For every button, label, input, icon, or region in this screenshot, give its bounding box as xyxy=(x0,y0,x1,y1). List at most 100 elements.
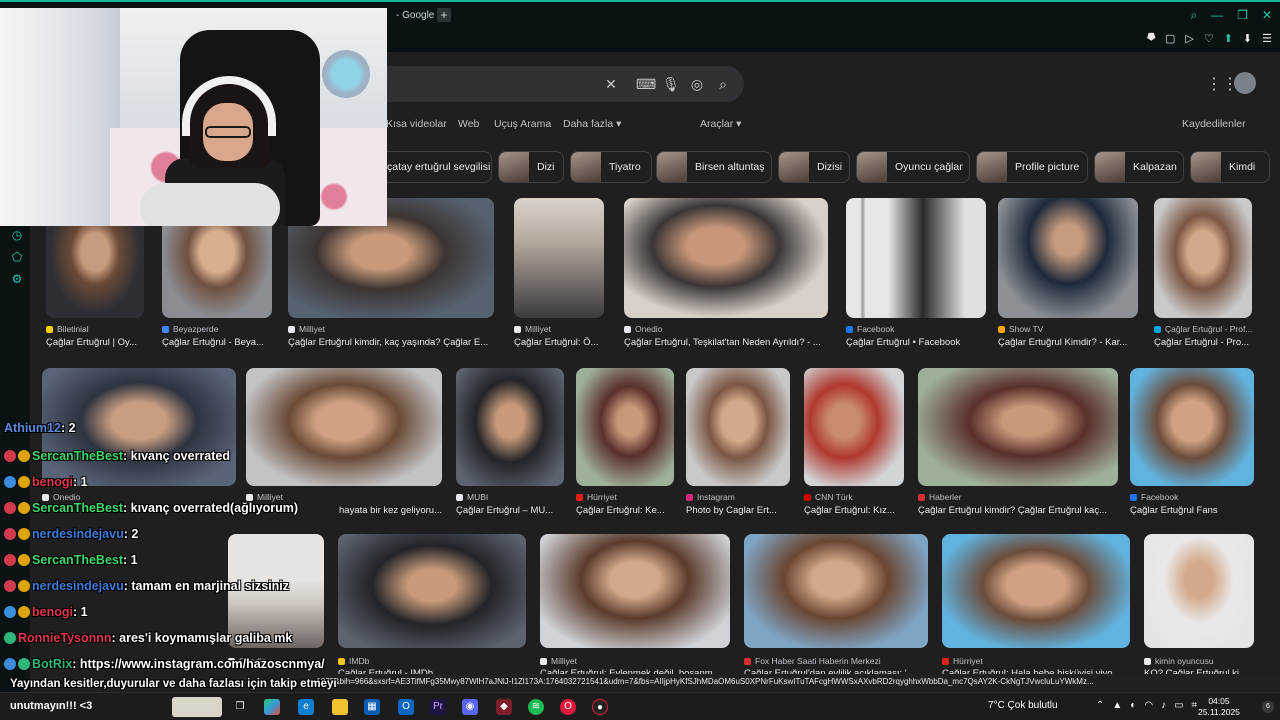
chip[interactable]: Oyuncu çağlar xyxy=(856,151,970,183)
weather-widget[interactable]: 7°C Çok bulutlu xyxy=(988,700,1058,711)
result-image[interactable] xyxy=(686,368,790,486)
account-icon[interactable]: ⬆ xyxy=(1224,32,1233,45)
opera-icon[interactable]: O xyxy=(560,699,576,715)
chip[interactable]: çatay ertuğrul sevgilisi xyxy=(376,151,492,183)
result-image[interactable] xyxy=(1144,534,1254,648)
filter-flights[interactable]: Uçuş Arama xyxy=(494,118,551,130)
obs-icon[interactable]: ● xyxy=(592,699,608,715)
result-image[interactable] xyxy=(918,368,1118,486)
result-image[interactable] xyxy=(942,534,1130,648)
download-icon[interactable]: ⬇ xyxy=(1243,32,1252,45)
badge-icon xyxy=(4,476,16,488)
menu-icon[interactable]: ☰ xyxy=(1262,32,1272,45)
result-source: MUBI xyxy=(456,492,488,502)
result-title[interactable]: Çağlar Ertuğrul: Ö... xyxy=(514,337,604,348)
discord-icon[interactable]: ◉ xyxy=(462,699,478,715)
result-source: Çağlar Ertuğrul - Prof... xyxy=(1154,324,1252,334)
result-title[interactable]: Çağlar Ertuğrul Kimdir? - Kar... xyxy=(998,337,1138,348)
screen: - Google + ⌕ — ❐ ✕ ⯂ ▢ ▷ ♡ ⬆ ⬇ ☰ ◷ ⬠ ⚙ ✕… xyxy=(0,0,1280,720)
badge-icon xyxy=(18,606,30,618)
badge-icon xyxy=(18,554,30,566)
result-source: Milliyet xyxy=(514,324,551,334)
mic-icon[interactable]: 🎙 xyxy=(662,75,680,93)
result-image[interactable] xyxy=(576,368,674,486)
chip[interactable]: Kimdi xyxy=(1190,151,1270,183)
chip[interactable]: Birsen altuntaş xyxy=(656,151,772,183)
result-image[interactable] xyxy=(514,198,604,318)
tray-app-icon[interactable]: ◐ xyxy=(1130,700,1136,711)
result-title[interactable]: Çağlar Ertuğrul • Facebook xyxy=(846,337,986,348)
avatar[interactable] xyxy=(1234,72,1256,94)
volume-icon[interactable]: ♪ xyxy=(1161,700,1166,711)
result-title[interactable]: Çağlar Ertuğrul, Teşkilat'tan Neden Ayrı… xyxy=(624,337,828,348)
chip[interactable]: Dizisi xyxy=(778,151,850,183)
chip[interactable]: Kalpazan xyxy=(1094,151,1184,183)
tab-title[interactable]: - Google xyxy=(396,10,434,21)
tools-button[interactable]: Araçlar ▾ xyxy=(700,118,741,130)
result-image[interactable] xyxy=(246,368,442,486)
search-icon[interactable]: ⌕ xyxy=(714,75,732,93)
store-icon[interactable]: ▦ xyxy=(364,699,380,715)
battery-icon[interactable]: ▭ xyxy=(1174,700,1183,711)
result-image[interactable] xyxy=(338,534,526,648)
outlook-icon[interactable]: O xyxy=(398,699,414,715)
minimize-icon[interactable]: — xyxy=(1211,8,1223,23)
result-title[interactable]: Çağlar Ertuğrul: Kız... xyxy=(804,505,904,516)
filter-web[interactable]: Web xyxy=(458,118,479,130)
clock-icon[interactable]: ◷ xyxy=(10,228,24,242)
app-icon[interactable]: ◆ xyxy=(496,699,512,715)
restore-icon[interactable]: ❐ xyxy=(1237,8,1248,23)
play-icon[interactable]: ▷ xyxy=(1185,32,1193,45)
result-image[interactable] xyxy=(456,368,564,486)
result-image[interactable] xyxy=(624,198,828,318)
edge-icon[interactable]: e xyxy=(298,699,314,715)
result-title[interactable]: Çağlar Ertuğrul | Oy... xyxy=(46,337,144,348)
chip[interactable]: Tiyatro xyxy=(570,151,652,183)
leaf-icon[interactable]: ⬠ xyxy=(10,250,24,264)
copilot-icon[interactable] xyxy=(264,699,280,715)
result-title[interactable]: Çağlar Ertuğrul kimdir? Çağlar Ertuğrul … xyxy=(918,505,1118,516)
result-image[interactable] xyxy=(998,198,1138,318)
filter-short-videos[interactable]: Kısa videolar xyxy=(386,118,447,130)
premiere-icon[interactable]: Pr xyxy=(430,699,446,715)
chip[interactable]: Dizi xyxy=(498,151,564,183)
clock-date: 25.11.2025 xyxy=(1198,707,1240,717)
result-image[interactable] xyxy=(1154,198,1252,318)
lens-icon[interactable]: ◎ xyxy=(688,75,706,93)
chevron-up-icon[interactable]: ⌃ xyxy=(1096,700,1104,711)
result-title[interactable]: Photo by Caglar Ert... xyxy=(686,505,790,516)
chip[interactable]: Profile picture xyxy=(976,151,1088,183)
result-image[interactable] xyxy=(744,534,928,648)
network-icon[interactable]: ▲ xyxy=(1112,700,1122,711)
pin-icon[interactable]: ⯂ xyxy=(1146,32,1155,45)
task-view-icon[interactable]: ❐ xyxy=(232,699,248,715)
filter-more[interactable]: Daha fazla ▾ xyxy=(563,118,621,130)
clock[interactable]: 04:05 25.11.2025 xyxy=(1198,696,1240,718)
result-title[interactable]: Çağlar Ertuğrul kimdir, kaç yaşında? Çağ… xyxy=(288,337,494,348)
file-explorer-icon[interactable] xyxy=(332,699,348,715)
search-tabs-icon[interactable]: ⌕ xyxy=(1190,8,1197,23)
result-title[interactable]: Çağlar Ertuğrul – MU... xyxy=(456,505,564,516)
badge-icon xyxy=(18,580,30,592)
result-image[interactable] xyxy=(846,198,986,318)
wifi-icon[interactable]: ◠ xyxy=(1144,700,1153,711)
heart-icon[interactable]: ♡ xyxy=(1204,32,1214,45)
language-icon[interactable]: ⌗ xyxy=(1192,700,1198,711)
close-window-icon[interactable]: ✕ xyxy=(1262,8,1272,23)
result-title[interactable]: Çağlar Ertuğrul - Beya... xyxy=(162,337,272,348)
screenshot-icon[interactable]: ▢ xyxy=(1165,32,1175,45)
new-tab-button[interactable]: + xyxy=(437,8,451,22)
keyboard-icon[interactable]: ⌨ xyxy=(636,75,656,93)
settings-icon[interactable]: ⚙ xyxy=(10,272,24,286)
result-image[interactable] xyxy=(1130,368,1254,486)
result-title[interactable]: Çağlar Ertuğrul - Pro... xyxy=(1154,337,1252,348)
taskbar-widget[interactable] xyxy=(172,697,222,717)
result-image[interactable] xyxy=(804,368,904,486)
notification-badge[interactable]: 6 xyxy=(1262,701,1274,713)
saved-button[interactable]: Kaydedilenler xyxy=(1182,118,1246,130)
result-image[interactable] xyxy=(540,534,730,648)
result-title[interactable]: Çağlar Ertuğrul Fans xyxy=(1130,505,1254,516)
spotify-icon[interactable]: ≋ xyxy=(528,699,544,715)
result-title[interactable]: Çağlar Ertuğrul: Ke... xyxy=(576,505,674,516)
clear-icon[interactable]: ✕ xyxy=(602,75,620,93)
